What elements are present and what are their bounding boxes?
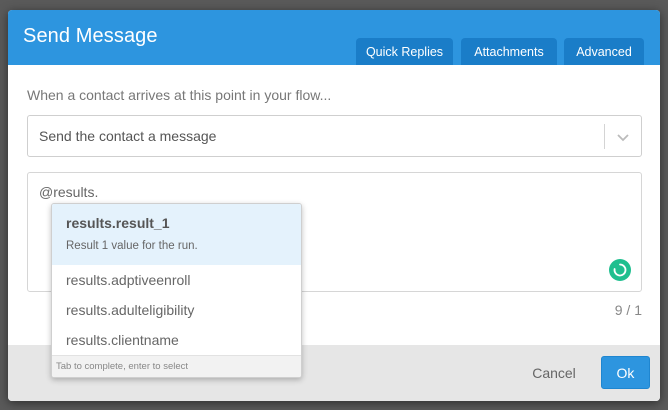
tab-quick-replies[interactable]: Quick Replies [356, 38, 453, 65]
ok-button[interactable]: Ok [601, 356, 650, 389]
autocomplete-hint: Tab to complete, enter to select [56, 361, 189, 372]
action-type-value: Send the contact a message [39, 128, 217, 144]
autocomplete-item-description: Result 1 value for the run. [66, 240, 198, 252]
flow-subtitle: When a contact arrives at this point in … [27, 87, 332, 103]
tab-attachments[interactable]: Attachments [461, 38, 557, 65]
action-type-select[interactable]: Send the contact a message [27, 115, 642, 157]
tab-advanced[interactable]: Advanced [564, 38, 644, 65]
chevron-down-icon[interactable] [615, 129, 631, 145]
autocomplete-item-name: results.clientname [66, 332, 179, 348]
loading-spinner-icon [609, 259, 631, 281]
autocomplete-item-name: results.adptiveenroll [66, 272, 191, 288]
autocomplete-item-name: results.result_1 [66, 215, 170, 231]
dialog-header: Send Message Quick Replies Attachments A… [8, 10, 660, 65]
cancel-button[interactable]: Cancel [523, 362, 585, 384]
autocomplete-item-selected[interactable]: results.result_1 Result 1 value for the … [52, 204, 301, 265]
autocomplete-item[interactable]: results.adptiveenroll [52, 265, 301, 295]
autocomplete-item[interactable]: results.clientname [52, 325, 301, 355]
autocomplete-hint-bar: Tab to complete, enter to select [52, 355, 301, 377]
send-message-dialog: Send Message Quick Replies Attachments A… [8, 10, 660, 401]
autocomplete-popup: results.result_1 Result 1 value for the … [51, 203, 302, 378]
message-text: @results. [39, 184, 99, 200]
autocomplete-item-name: results.adulteligibility [66, 302, 195, 318]
autocomplete-item[interactable]: results.adulteligibility [52, 295, 301, 325]
dialog-title: Send Message [23, 25, 158, 47]
select-separator [604, 124, 605, 149]
character-counter: 9 / 1 [614, 302, 642, 318]
